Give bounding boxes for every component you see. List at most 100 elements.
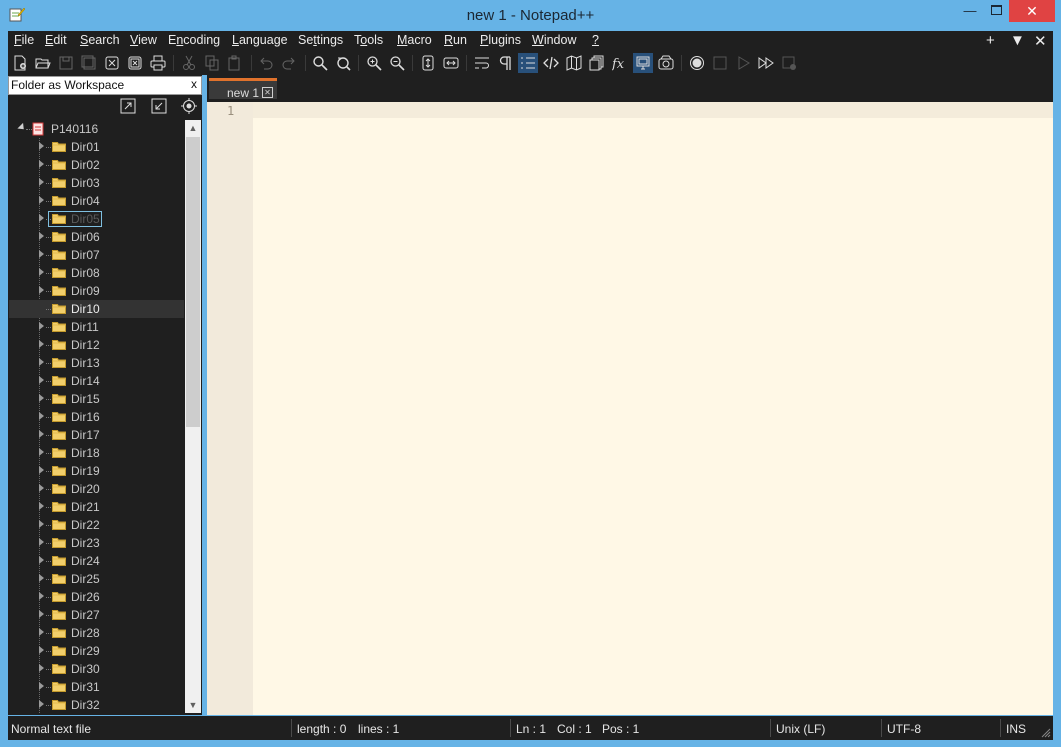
tree-folder-item[interactable]: Dir11	[9, 318, 184, 336]
save-all-button[interactable]	[79, 53, 99, 73]
collapsed-arrow-icon[interactable]	[39, 574, 44, 582]
expand-all-button[interactable]	[118, 97, 138, 115]
tree-folder-item[interactable]: Dir03	[9, 174, 184, 192]
show-all-chars-button[interactable]	[495, 53, 515, 73]
tree-folder-item[interactable]: Dir21	[9, 498, 184, 516]
function-list-button[interactable]: fx	[610, 53, 630, 73]
tree-folder-item[interactable]: Dir18	[9, 444, 184, 462]
open-file-button[interactable]	[33, 53, 53, 73]
folder-workspace-button[interactable]	[633, 53, 653, 73]
menu-item-encoding[interactable]: Encoding	[168, 33, 220, 47]
panel-close-button[interactable]: x	[191, 77, 197, 91]
sync-vertical-button[interactable]	[418, 53, 438, 73]
tree-folder-item[interactable]: Dir27	[9, 606, 184, 624]
zoom-out-button[interactable]	[387, 53, 407, 73]
collapsed-arrow-icon[interactable]	[39, 160, 44, 168]
undo-button[interactable]	[256, 53, 276, 73]
tree-scrollbar[interactable]: ▲ ▼	[185, 120, 201, 713]
collapsed-arrow-icon[interactable]	[39, 322, 44, 330]
minimize-button[interactable]: —	[957, 0, 983, 22]
collapsed-arrow-icon[interactable]	[39, 178, 44, 186]
monitoring-button[interactable]	[656, 53, 676, 73]
collapsed-arrow-icon[interactable]	[39, 268, 44, 276]
tree-folder-item[interactable]: Dir16	[9, 408, 184, 426]
tree-folder-item[interactable]: Dir30	[9, 660, 184, 678]
run-macro-multiple-button[interactable]	[756, 53, 776, 73]
menu-item-edit[interactable]: Edit	[45, 33, 67, 47]
zoom-in-button[interactable]	[364, 53, 384, 73]
tree-folder-item[interactable]: Dir05	[9, 210, 184, 228]
tree-folder-item[interactable]: Dir23	[9, 534, 184, 552]
tree-root[interactable]: P140116	[9, 120, 184, 138]
tree-folder-item[interactable]: Dir07	[9, 246, 184, 264]
tree-folder-item[interactable]: Dir31	[9, 678, 184, 696]
menu-add-tab-button[interactable]: +	[986, 32, 995, 49]
collapsed-arrow-icon[interactable]	[39, 682, 44, 690]
tree-folder-item[interactable]: Dir08	[9, 264, 184, 282]
collapsed-arrow-icon[interactable]	[39, 520, 44, 528]
scroll-thumb[interactable]	[186, 137, 200, 427]
tab-new-1[interactable]: new 1 ✕	[209, 78, 277, 100]
menu-item-view[interactable]: View	[130, 33, 157, 47]
collapsed-arrow-icon[interactable]	[39, 556, 44, 564]
tree-folder-item[interactable]: Dir14	[9, 372, 184, 390]
collapsed-arrow-icon[interactable]	[39, 646, 44, 654]
replace-button[interactable]	[333, 53, 353, 73]
collapsed-arrow-icon[interactable]	[39, 250, 44, 258]
udl-button[interactable]	[541, 53, 561, 73]
tree-folder-item[interactable]: Dir04	[9, 192, 184, 210]
tree-folder-item[interactable]: Dir28	[9, 624, 184, 642]
menu-item-search[interactable]: Search	[80, 33, 120, 47]
collapsed-arrow-icon[interactable]	[39, 538, 44, 546]
document-list-button[interactable]	[587, 53, 607, 73]
collapsed-arrow-icon[interactable]	[39, 664, 44, 672]
close-window-button[interactable]: ✕	[1009, 0, 1055, 22]
close-file-button[interactable]	[102, 53, 122, 73]
save-button[interactable]	[56, 53, 76, 73]
collapsed-arrow-icon[interactable]	[39, 412, 44, 420]
collapsed-arrow-icon[interactable]	[39, 502, 44, 510]
tree-folder-item[interactable]: Dir01	[9, 138, 184, 156]
encoding-status[interactable]: UTF-8	[887, 722, 921, 736]
menu-item-file[interactable]: File	[14, 33, 34, 47]
indent-guide-button[interactable]	[518, 53, 538, 73]
scroll-up-icon[interactable]: ▲	[185, 120, 201, 136]
tree-folder-item[interactable]: Dir17	[9, 426, 184, 444]
tab-close-icon[interactable]: ✕	[262, 87, 273, 98]
tree-folder-item[interactable]: Dir26	[9, 588, 184, 606]
menu-item-window[interactable]: Window	[532, 33, 576, 47]
maximize-button[interactable]	[983, 0, 1009, 22]
tree-folder-item[interactable]: Dir22	[9, 516, 184, 534]
tree-folder-item[interactable]: Dir32	[9, 696, 184, 713]
tree-folder-item[interactable]: Dir06	[9, 228, 184, 246]
menu-tab-list-button[interactable]: ▼	[1010, 32, 1025, 49]
tree-folder-item[interactable]: Dir25	[9, 570, 184, 588]
menu-item-plugins[interactable]: Plugins	[480, 33, 521, 47]
tree-folder-item[interactable]: Dir13	[9, 354, 184, 372]
collapsed-arrow-icon[interactable]	[39, 358, 44, 366]
menu-item-tools[interactable]: Tools	[354, 33, 383, 47]
collapsed-arrow-icon[interactable]	[39, 214, 44, 222]
paste-button[interactable]	[225, 53, 245, 73]
collapsed-arrow-icon[interactable]	[39, 628, 44, 636]
collapsed-arrow-icon[interactable]	[39, 610, 44, 618]
find-button[interactable]	[310, 53, 330, 73]
word-wrap-button[interactable]	[472, 53, 492, 73]
text-editor[interactable]	[253, 102, 1053, 715]
tree-folder-item[interactable]: Dir19	[9, 462, 184, 480]
save-macro-button[interactable]	[779, 53, 799, 73]
tree-folder-item[interactable]: Dir02	[9, 156, 184, 174]
menu-item-language[interactable]: Language	[232, 33, 288, 47]
insert-mode-status[interactable]: INS	[1006, 722, 1026, 736]
collapsed-arrow-icon[interactable]	[39, 448, 44, 456]
cut-button[interactable]	[179, 53, 199, 73]
collapsed-arrow-icon[interactable]	[39, 340, 44, 348]
collapsed-arrow-icon[interactable]	[39, 700, 44, 708]
close-all-button[interactable]	[125, 53, 145, 73]
play-macro-button[interactable]	[733, 53, 753, 73]
record-macro-button[interactable]	[687, 53, 707, 73]
collapsed-arrow-icon[interactable]	[39, 232, 44, 240]
collapsed-arrow-icon[interactable]	[39, 196, 44, 204]
collapsed-arrow-icon[interactable]	[39, 394, 44, 402]
collapsed-arrow-icon[interactable]	[39, 142, 44, 150]
